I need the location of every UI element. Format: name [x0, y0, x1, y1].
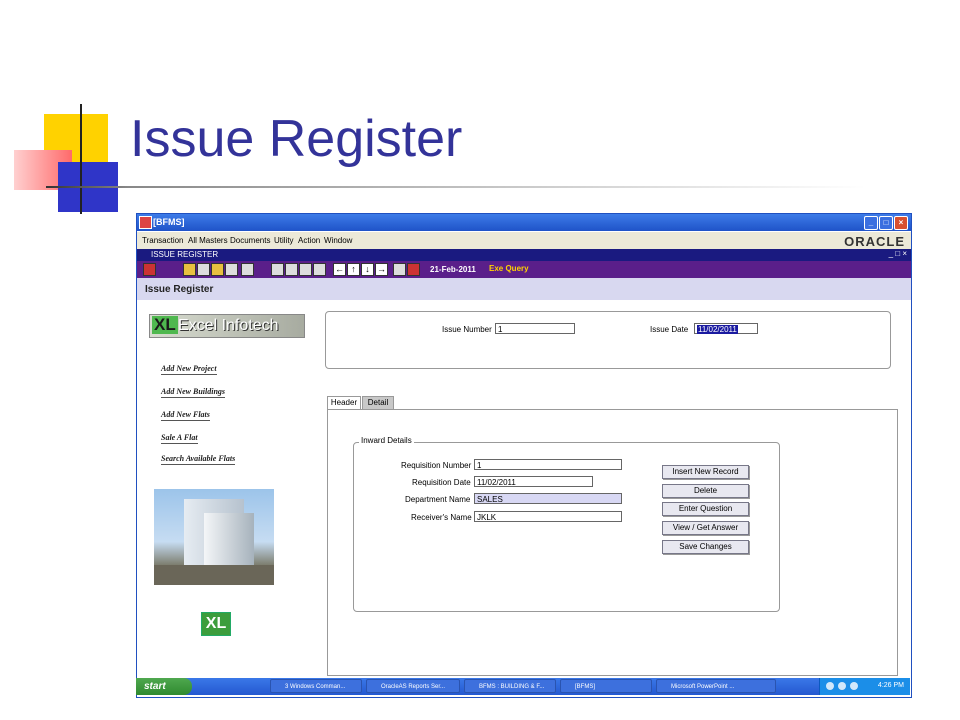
link-search-available-flats[interactable]: Search Available Flats	[161, 454, 236, 465]
system-tray: 4:26 PM	[819, 678, 910, 695]
tab-detail[interactable]: Detail	[362, 396, 394, 409]
issue-header-panel	[325, 311, 891, 369]
menu-action[interactable]: Action	[298, 236, 320, 245]
window-title: [BFMS]	[153, 217, 185, 227]
small-logo: XL	[201, 612, 231, 636]
app-window: [BFMS] _ □ × Transaction All Masters Doc…	[136, 213, 912, 698]
menu-window[interactable]: Window	[324, 236, 352, 245]
department-name-label: Department Name	[405, 495, 471, 504]
slide-deco-vertical-line	[80, 104, 82, 214]
open-icon[interactable]	[197, 263, 210, 276]
maximize-button[interactable]: □	[879, 216, 893, 230]
windows-taskbar: start 3 Windows Comman... OracleAS Repor…	[136, 678, 910, 695]
taskbar-item-oracleas-reports[interactable]: OracleAS Reports Ser...	[366, 679, 460, 693]
save-icon[interactable]	[211, 263, 224, 276]
toolbar-mode: Exe Query	[489, 264, 529, 273]
form-content: XL Excel Infotech Add New Project Add Ne…	[137, 300, 911, 697]
toolbar-date: 21-Feb-2011	[430, 265, 476, 274]
commit-icon[interactable]	[313, 263, 326, 276]
requisition-date-label: Requisition Date	[412, 478, 471, 487]
building-image	[154, 489, 274, 585]
department-name-field[interactable]: SALES	[474, 493, 622, 504]
requisition-date-field[interactable]: 11/02/2011	[474, 476, 593, 487]
form-window-bar: ISSUE REGISTER _ □ ×	[137, 249, 911, 261]
receivers-name-field[interactable]: JKLK	[474, 511, 622, 522]
link-sale-a-flat[interactable]: Sale A Flat	[161, 433, 198, 444]
issue-number-label: Issue Number	[442, 325, 492, 334]
insert-new-record-button[interactable]: Insert New Record	[662, 465, 749, 479]
inward-details-title: Inward Details	[359, 436, 414, 445]
menu-all-masters[interactable]: All Masters	[188, 236, 228, 245]
logo-name: Excel Infotech	[178, 317, 279, 334]
tray-icon[interactable]	[850, 682, 858, 690]
slide-deco-horizontal-line	[46, 186, 866, 188]
minimize-button[interactable]: _	[864, 216, 878, 230]
exit-icon[interactable]	[143, 263, 156, 276]
logo-mark: XL	[152, 315, 178, 334]
print-icon[interactable]	[225, 263, 238, 276]
next-record-icon[interactable]: ↓	[361, 263, 374, 276]
tray-icon[interactable]	[838, 682, 846, 690]
app-icon	[139, 216, 152, 229]
link-add-new-project[interactable]: Add New Project	[161, 364, 217, 375]
requisition-number-field[interactable]: 1	[474, 459, 622, 470]
link-add-new-flats[interactable]: Add New Flats	[161, 410, 210, 421]
menu-documents[interactable]: Documents	[230, 236, 270, 245]
toolbar: ← ↑ ↓ → 21-Feb-2011 Exe Query	[137, 261, 911, 278]
query-icon[interactable]	[271, 263, 284, 276]
menu-bar: Transaction All Masters Documents Utilit…	[137, 232, 911, 249]
issue-number-field[interactable]: 1	[495, 323, 575, 334]
issue-date-field[interactable]: 11/02/2011	[694, 323, 758, 334]
form-window-title: ISSUE REGISTER	[151, 250, 219, 259]
new-record-icon[interactable]	[183, 263, 196, 276]
last-record-icon[interactable]: →	[375, 263, 388, 276]
save-changes-button[interactable]: Save Changes	[662, 540, 749, 554]
start-button[interactable]: start	[136, 678, 192, 695]
issue-date-label: Issue Date	[650, 325, 689, 334]
issue-date-selected-text: 11/02/2011	[697, 325, 738, 334]
execute-query-icon[interactable]	[299, 263, 312, 276]
form-window-controls[interactable]: _ □ ×	[889, 249, 907, 258]
receivers-name-label: Receiver's Name	[411, 513, 472, 522]
delete-button[interactable]: Delete	[662, 484, 749, 498]
cursor-icon[interactable]	[241, 263, 254, 276]
clock: 4:26 PM	[877, 682, 904, 689]
window-titlebar: [BFMS] _ □ ×	[137, 214, 911, 231]
taskbar-item-windows-command[interactable]: 3 Windows Comman...	[270, 679, 362, 693]
tab-header[interactable]: Header	[327, 396, 361, 409]
taskbar-item-bfms[interactable]: [BFMS]	[560, 679, 652, 693]
slide-title: Issue Register	[130, 110, 463, 168]
enter-query-icon[interactable]	[285, 263, 298, 276]
menu-transaction[interactable]: Transaction	[142, 236, 184, 245]
first-record-icon[interactable]: ←	[333, 263, 346, 276]
close-button[interactable]: ×	[894, 216, 908, 230]
requisition-number-label: Requisition Number	[401, 461, 472, 470]
link-add-new-buildings[interactable]: Add New Buildings	[161, 387, 226, 398]
company-logo: XL Excel Infotech	[149, 314, 305, 338]
help-icon[interactable]	[393, 263, 406, 276]
book-icon[interactable]	[407, 263, 420, 276]
form-title: Issue Register	[145, 284, 214, 295]
enter-question-button[interactable]: Enter Question	[662, 502, 749, 516]
menu-utility[interactable]: Utility	[274, 236, 294, 245]
tray-icon[interactable]	[826, 682, 834, 690]
prev-record-icon[interactable]: ↑	[347, 263, 360, 276]
oracle-logo: ORACLE	[844, 234, 905, 249]
quick-launch-icons[interactable]	[198, 682, 268, 691]
view-get-answer-button[interactable]: View / Get Answer	[662, 521, 749, 535]
form-header: Issue Register	[137, 278, 911, 301]
taskbar-item-powerpoint[interactable]: Microsoft PowerPoint ...	[656, 679, 776, 693]
taskbar-item-bfms-building[interactable]: BFMS : BUILDING & F...	[464, 679, 556, 693]
